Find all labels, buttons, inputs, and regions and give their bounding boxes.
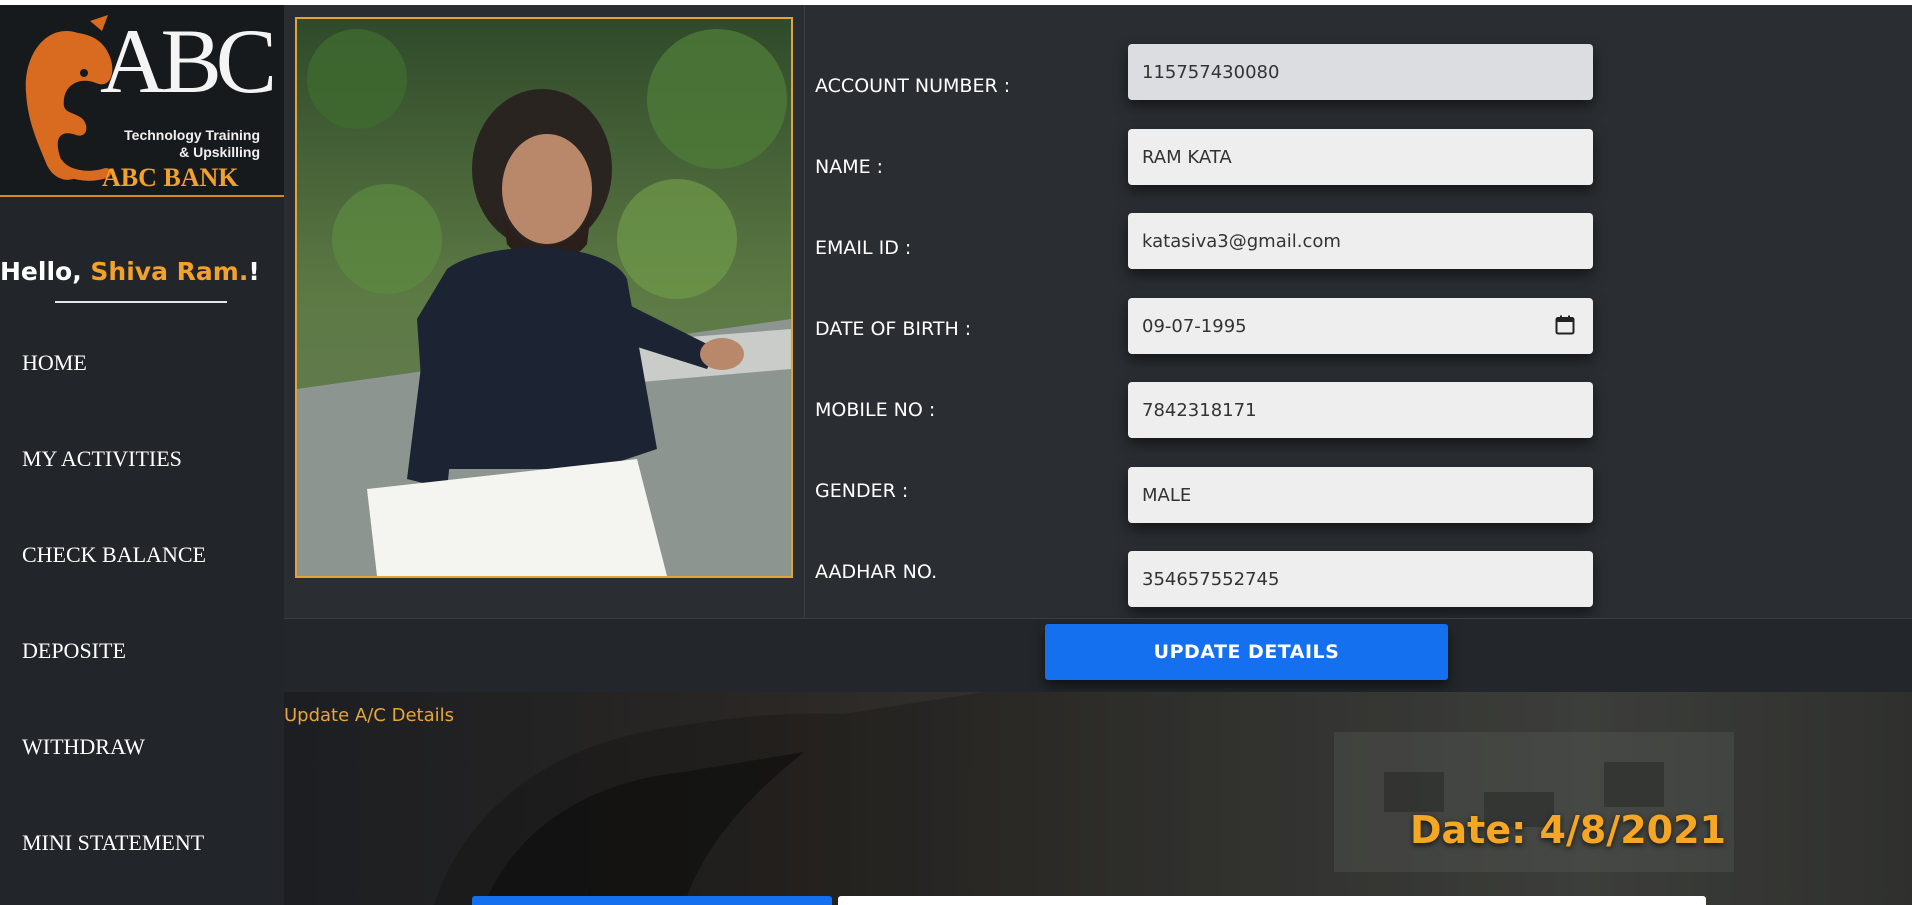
- sidebar: ABC Technology Training & Upskilling ABC…: [0, 5, 284, 905]
- greeting-suffix: !: [248, 257, 260, 286]
- brand-logo: ABC Technology Training & Upskilling ABC…: [0, 5, 284, 197]
- greeting: Hello, Shiva Ram.!: [0, 257, 260, 286]
- lower-banner: [284, 692, 1912, 905]
- greeting-username: Shiva Ram.: [90, 257, 249, 286]
- label-dob: DATE OF BIRTH :: [815, 318, 972, 340]
- nav-item-withdraw[interactable]: WITHDRAW: [22, 734, 145, 760]
- tagline-line-2: & Upskilling: [179, 144, 260, 160]
- gender-field[interactable]: [1128, 467, 1593, 523]
- bottom-blue-button[interactable]: [472, 896, 832, 905]
- calendar-icon[interactable]: [1555, 315, 1575, 335]
- label-email: EMAIL ID :: [815, 237, 912, 259]
- date-display: Date: 4/8/2021: [1410, 808, 1726, 852]
- name-field[interactable]: [1128, 129, 1593, 185]
- nav-item-mini-statement[interactable]: MINI STATEMENT: [22, 830, 204, 856]
- logo-tagline: Technology Training & Upskilling: [90, 127, 260, 161]
- tagline-line-1: Technology Training: [124, 127, 260, 143]
- label-gender: GENDER :: [815, 480, 909, 502]
- account-number-field[interactable]: [1128, 44, 1593, 100]
- nav-item-check-balance[interactable]: CHECK BALANCE: [22, 542, 206, 568]
- email-field[interactable]: [1128, 213, 1593, 269]
- label-aadhar: AADHAR NO.: [815, 561, 938, 583]
- label-mobile: MOBILE NO :: [815, 399, 936, 421]
- aadhar-field[interactable]: [1128, 551, 1593, 607]
- bottom-white-panel: [838, 896, 1706, 905]
- nav-item-my-activities[interactable]: MY ACTIVITIES: [22, 446, 182, 472]
- label-name: NAME :: [815, 156, 884, 178]
- dob-field-wrap: [1128, 298, 1593, 354]
- mobile-field[interactable]: [1128, 382, 1593, 438]
- profile-photo-image: [297, 19, 791, 576]
- update-details-button[interactable]: UPDATE DETAILS: [1045, 624, 1448, 680]
- greeting-underline: [55, 301, 227, 303]
- nav-item-home[interactable]: HOME: [22, 350, 87, 376]
- label-account-number: ACCOUNT NUMBER :: [815, 75, 1011, 97]
- nav-item-deposite[interactable]: DEPOSITE: [22, 638, 126, 664]
- dob-field[interactable]: [1128, 298, 1593, 354]
- form-divider: [804, 5, 805, 617]
- bank-name: ABC BANK: [102, 163, 239, 192]
- update-ac-details-link[interactable]: Update A/C Details: [284, 705, 454, 726]
- greeting-prefix: Hello,: [0, 257, 82, 286]
- banner-background-image: [434, 692, 1912, 905]
- logo-abc-text: ABC: [100, 10, 277, 112]
- profile-photo: [295, 17, 793, 578]
